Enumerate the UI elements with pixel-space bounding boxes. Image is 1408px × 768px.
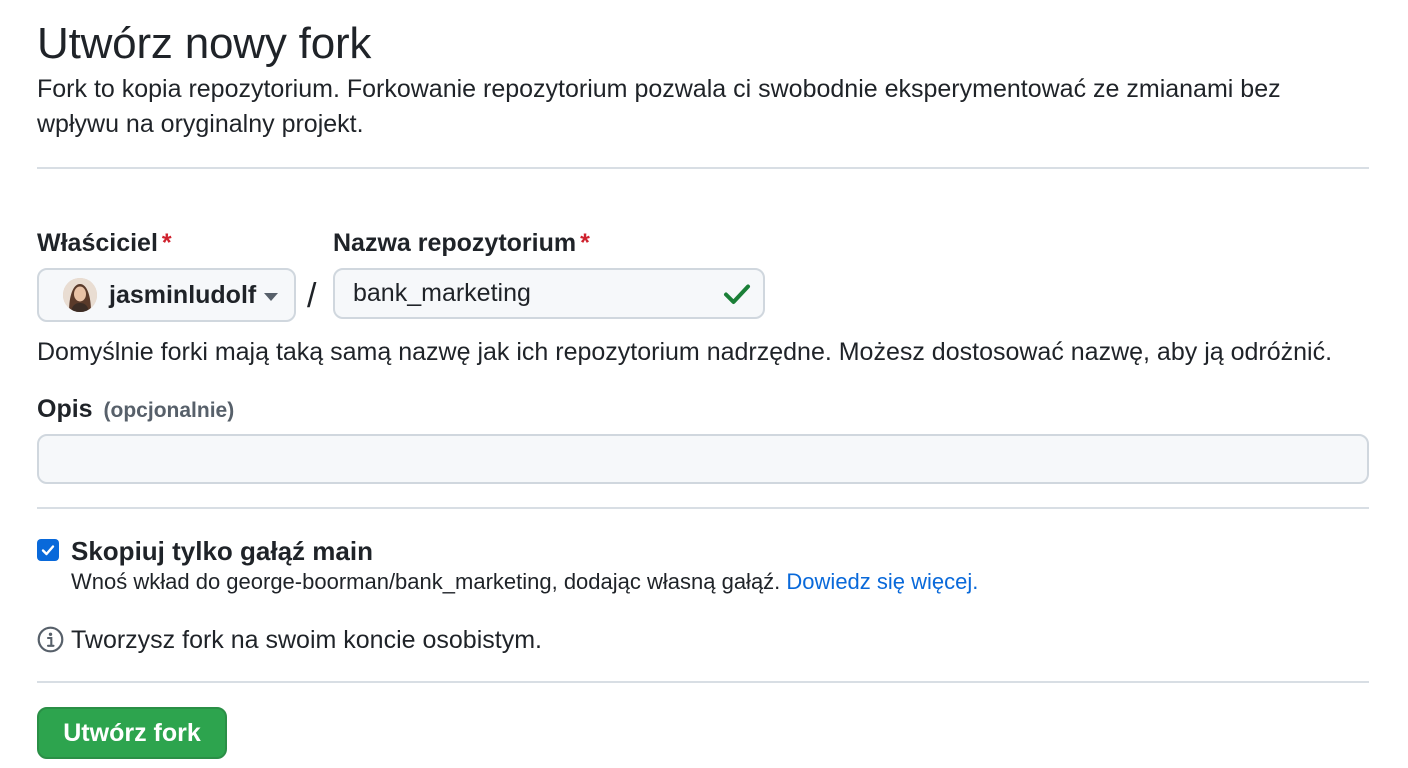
copy-main-label[interactable]: Skopiuj tylko gałąź main <box>71 535 373 567</box>
owner-label: Właściciel * <box>37 227 172 259</box>
divider <box>37 167 1369 169</box>
owner-label-text: Właściciel <box>37 229 158 257</box>
description-input[interactable] <box>37 434 1369 484</box>
owner-repo-separator: / <box>307 277 317 315</box>
required-mark: * <box>580 229 590 257</box>
chevron-down-icon <box>264 292 279 301</box>
description-label: Opis (opcjonalnie) <box>37 393 234 427</box>
repo-name-label: Nazwa repozytorium * <box>333 227 590 259</box>
create-fork-button[interactable]: Utwórz fork <box>37 707 227 759</box>
optional-note: (opcjonalnie) <box>103 399 235 422</box>
learn-more-link[interactable]: Dowiedz się więcej <box>786 569 972 594</box>
info-icon <box>37 626 64 653</box>
owner-name: jasminludolf <box>109 281 257 309</box>
divider <box>37 507 1369 509</box>
avatar <box>63 278 97 312</box>
copy-main-hint-text: Wnoś wkład do george-boorman/bank_market… <box>71 569 781 594</box>
copy-main-checkbox[interactable] <box>37 539 59 561</box>
copy-main-hint: Wnoś wkład do george-boorman/bank_market… <box>71 567 978 597</box>
create-fork-page: Utwórz nowy fork Fork to kopia repozytor… <box>0 0 1408 768</box>
repo-name-label-text: Nazwa repozytorium <box>333 229 577 257</box>
repo-name-hint: Domyślnie forki mają taką samą nazwę jak… <box>37 338 1333 366</box>
checkmark-icon <box>41 545 55 556</box>
personal-account-notice: Tworzysz fork na swoim koncie osobistym. <box>71 626 542 654</box>
description-label-text: Opis <box>37 395 93 423</box>
divider <box>37 681 1369 683</box>
owner-select-button[interactable]: jasminludolf <box>37 268 296 322</box>
check-icon <box>724 284 750 304</box>
link-period: . <box>972 569 979 594</box>
repo-name-input[interactable] <box>333 268 765 319</box>
required-mark: * <box>161 229 172 257</box>
page-title: Utwórz nowy fork <box>37 19 372 68</box>
page-description: Fork to kopia repozytorium. Forkowanie r… <box>37 75 1281 138</box>
